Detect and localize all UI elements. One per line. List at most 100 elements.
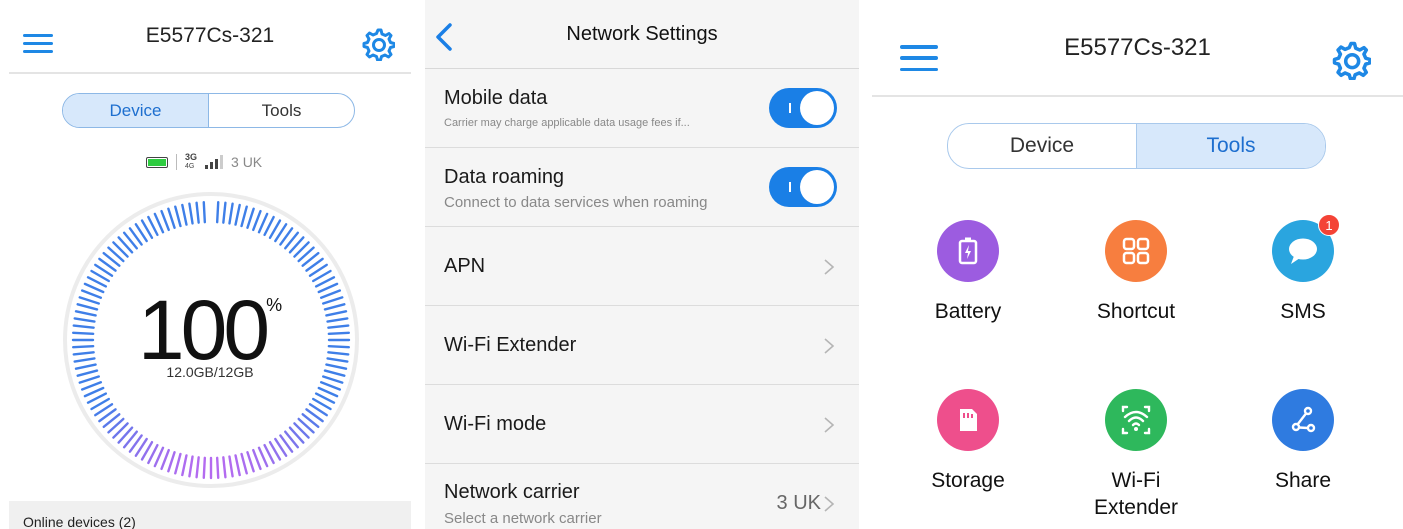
dial-tick <box>257 446 269 468</box>
menu-icon[interactable] <box>900 45 938 71</box>
apn-row[interactable]: APN <box>425 227 859 306</box>
tool-label: Storage <box>931 469 1005 492</box>
network-type: 3G 4G <box>185 153 197 171</box>
dial-tick <box>246 451 255 473</box>
gear-icon[interactable] <box>1331 40 1371 80</box>
app-header: E5577Cs-321 <box>9 0 411 74</box>
dial-tick <box>195 201 200 224</box>
page-title: Network Settings <box>566 22 718 45</box>
back-icon[interactable] <box>433 22 455 52</box>
data-roaming-toggle[interactable] <box>769 167 837 207</box>
dial-tick <box>195 456 200 479</box>
tab-device[interactable]: Device <box>948 124 1136 168</box>
dial-tick <box>174 452 182 475</box>
dial-tick <box>222 201 227 224</box>
wifi-mode-row[interactable]: Wi-Fi mode <box>425 385 859 464</box>
dial-tick <box>160 448 170 471</box>
chevron-right-icon <box>824 417 835 433</box>
dial-tick <box>160 209 170 232</box>
wifi-extender-label: Wi-Fi Extender <box>444 334 577 356</box>
dial-tick <box>215 200 220 224</box>
wifi-mode-label: Wi-Fi mode <box>444 413 547 435</box>
tool-sms[interactable]: 1 SMS <box>1233 214 1373 325</box>
device-title: E5577Cs-321 <box>1064 33 1211 61</box>
dial-tick <box>202 200 207 224</box>
chevron-right-icon <box>824 338 835 354</box>
dial-tick <box>215 456 220 480</box>
tool-label: Battery <box>934 300 1002 323</box>
tool-battery[interactable]: Battery <box>898 220 1038 325</box>
dial-tick <box>181 203 188 226</box>
dial-tick <box>188 455 194 478</box>
data-roaming-subtitle: Connect to data services when roaming <box>444 194 708 211</box>
sms-icon: 1 <box>1272 214 1340 282</box>
dial-tick <box>167 207 176 229</box>
share-icon <box>1272 389 1334 451</box>
network-carrier-value: 3 UK <box>776 492 821 514</box>
data-usage-text: 12.0GB/12GB <box>166 364 254 380</box>
tab-tools[interactable]: Tools <box>208 94 354 127</box>
dial-tick <box>234 454 241 477</box>
wifi-extender-icon <box>1105 389 1167 451</box>
device-tools-switch: Device Tools <box>62 93 355 128</box>
storage-icon <box>937 389 999 451</box>
device-title: E5577Cs-321 <box>145 24 275 47</box>
dial-tick <box>257 212 269 234</box>
mobile-data-label: Mobile data <box>444 87 548 109</box>
dial-tick <box>153 212 165 234</box>
nav-bar: Network Settings <box>425 0 859 69</box>
network-type-top: 3G <box>185 152 198 162</box>
device-tools-switch: Device Tools <box>947 123 1326 169</box>
device-panel: E5577Cs-321 Device Tools 3G 4G 3 UK 100%… <box>9 0 411 529</box>
mobile-data-toggle[interactable] <box>769 88 837 128</box>
percentage-value: 100 <box>137 283 270 377</box>
network-carrier-row[interactable]: Network carrier Select a network carrier… <box>425 464 859 529</box>
dial-tick <box>319 381 342 391</box>
menu-icon[interactable] <box>23 34 53 53</box>
app-header: E5577Cs-321 <box>872 0 1403 97</box>
dial-tick <box>252 448 262 471</box>
tools-panel: E5577Cs-321 Device Tools Battery Shortcu… <box>872 0 1403 529</box>
dial-tick <box>153 446 165 468</box>
network-carrier-subtitle: Select a network carrier <box>444 510 602 527</box>
tool-shortcut[interactable]: Shortcut <box>1066 220 1206 325</box>
mobile-data-subtitle: Carrier may charge applicable data usage… <box>444 117 690 129</box>
online-devices-label: Online devices (2) <box>23 514 136 529</box>
sms-badge: 1 <box>1318 214 1340 236</box>
network-settings-panel: Network Settings Mobile data Carrier may… <box>425 0 859 529</box>
dial-tick <box>167 451 176 473</box>
wifi-extender-row[interactable]: Wi-Fi Extender <box>425 306 859 385</box>
apn-label: APN <box>444 255 486 277</box>
dial-tick <box>252 209 262 232</box>
dial-tick <box>240 452 248 475</box>
battery-icon <box>937 220 999 282</box>
dial-tick <box>228 202 234 225</box>
tab-tools[interactable]: Tools <box>1136 124 1325 168</box>
dial-tick <box>202 456 207 480</box>
mobile-data-row: Mobile data Carrier may charge applicabl… <box>425 69 859 148</box>
dial-tick <box>83 386 105 398</box>
dial-tick <box>234 203 241 226</box>
gear-icon[interactable] <box>361 27 395 61</box>
tool-label: SMS <box>1280 300 1326 323</box>
dial-tick <box>240 205 248 228</box>
online-devices-section[interactable]: Online devices (2) <box>9 501 411 529</box>
data-roaming-label: Data roaming <box>444 166 565 188</box>
status-bar: 3G 4G 3 UK <box>146 152 262 172</box>
chevron-right-icon <box>824 259 835 275</box>
divider <box>176 154 177 170</box>
tab-device[interactable]: Device <box>63 94 208 127</box>
tool-label: Share <box>1274 469 1332 492</box>
dial-tick <box>222 456 227 479</box>
tool-wifi-extender[interactable]: Wi-Fi Extender <box>1066 389 1206 521</box>
tool-share[interactable]: Share <box>1233 389 1373 494</box>
network-type-bottom: 4G <box>185 163 195 170</box>
dial-tick <box>317 386 339 398</box>
battery-icon <box>146 156 168 168</box>
dial-tick <box>188 202 194 225</box>
tool-label: Wi-Fi Extender <box>1093 469 1179 519</box>
tool-label: Shortcut <box>1096 300 1176 323</box>
network-carrier-label: Network carrier <box>444 481 580 503</box>
dial-tick <box>228 455 234 478</box>
tool-storage[interactable]: Storage <box>898 389 1038 494</box>
